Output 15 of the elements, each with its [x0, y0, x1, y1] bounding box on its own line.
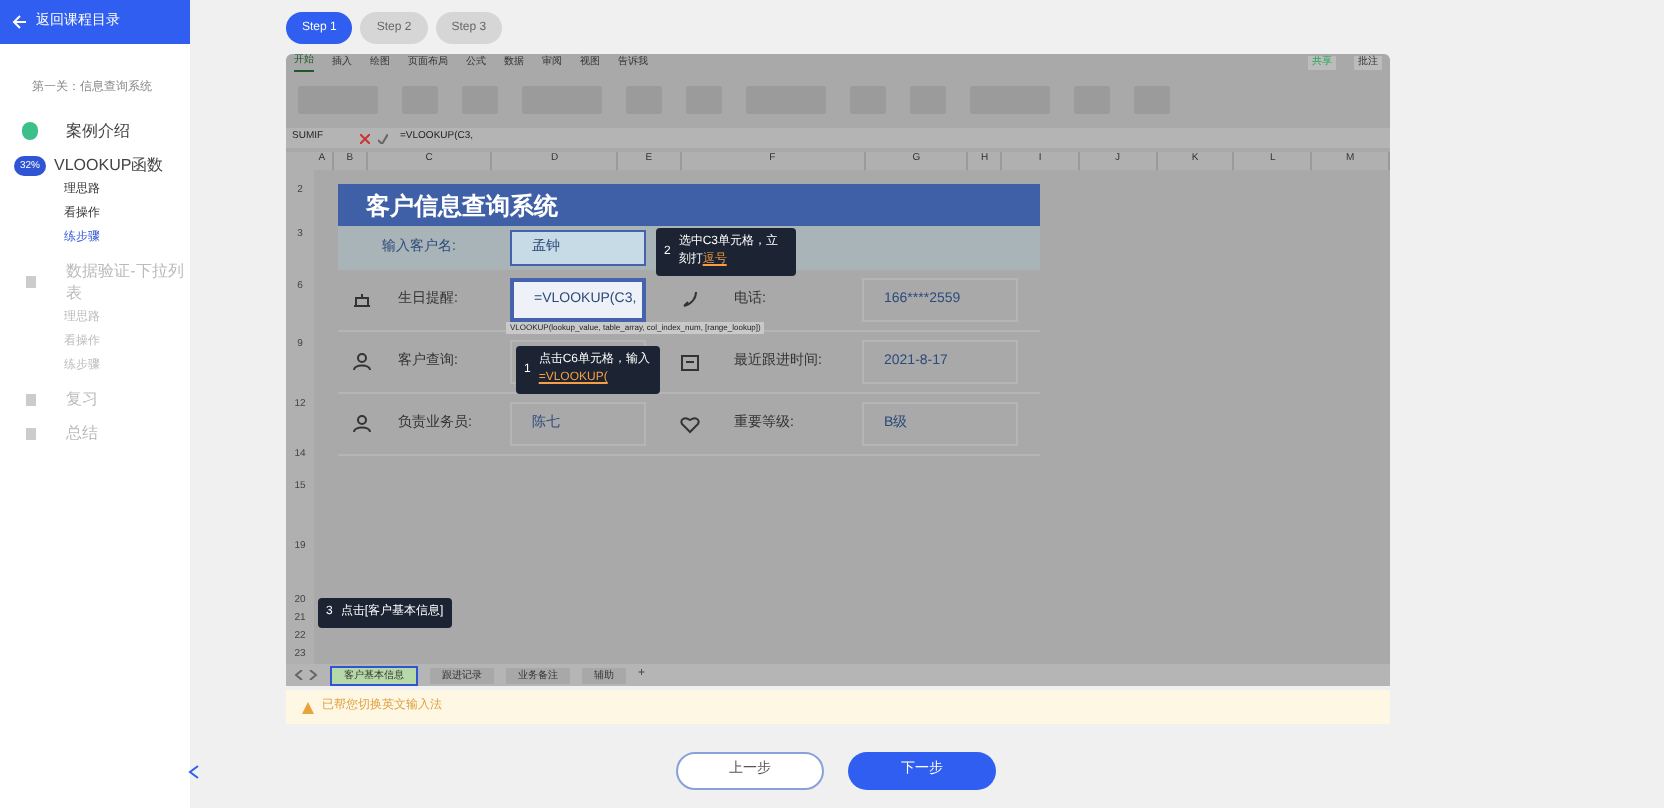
lesson-item[interactable]: 案例介绍 [65, 120, 190, 142]
phone-icon [680, 290, 700, 310]
warning-icon [302, 701, 314, 713]
back-arrow-icon [12, 14, 28, 30]
lesson-item[interactable]: VLOOKUP函数 [54, 154, 190, 176]
sheet-title: 客户信息查询系统 [338, 184, 1040, 226]
person-icon [352, 352, 372, 372]
person-icon [352, 414, 372, 434]
sheet-nav-icon[interactable] [294, 670, 318, 680]
collapse-icon[interactable] [188, 764, 204, 780]
cake-icon [352, 290, 372, 310]
heart-icon [680, 414, 700, 434]
cancel-icon[interactable] [360, 133, 370, 143]
calendar-icon [680, 352, 700, 372]
check-icon[interactable] [378, 133, 388, 143]
